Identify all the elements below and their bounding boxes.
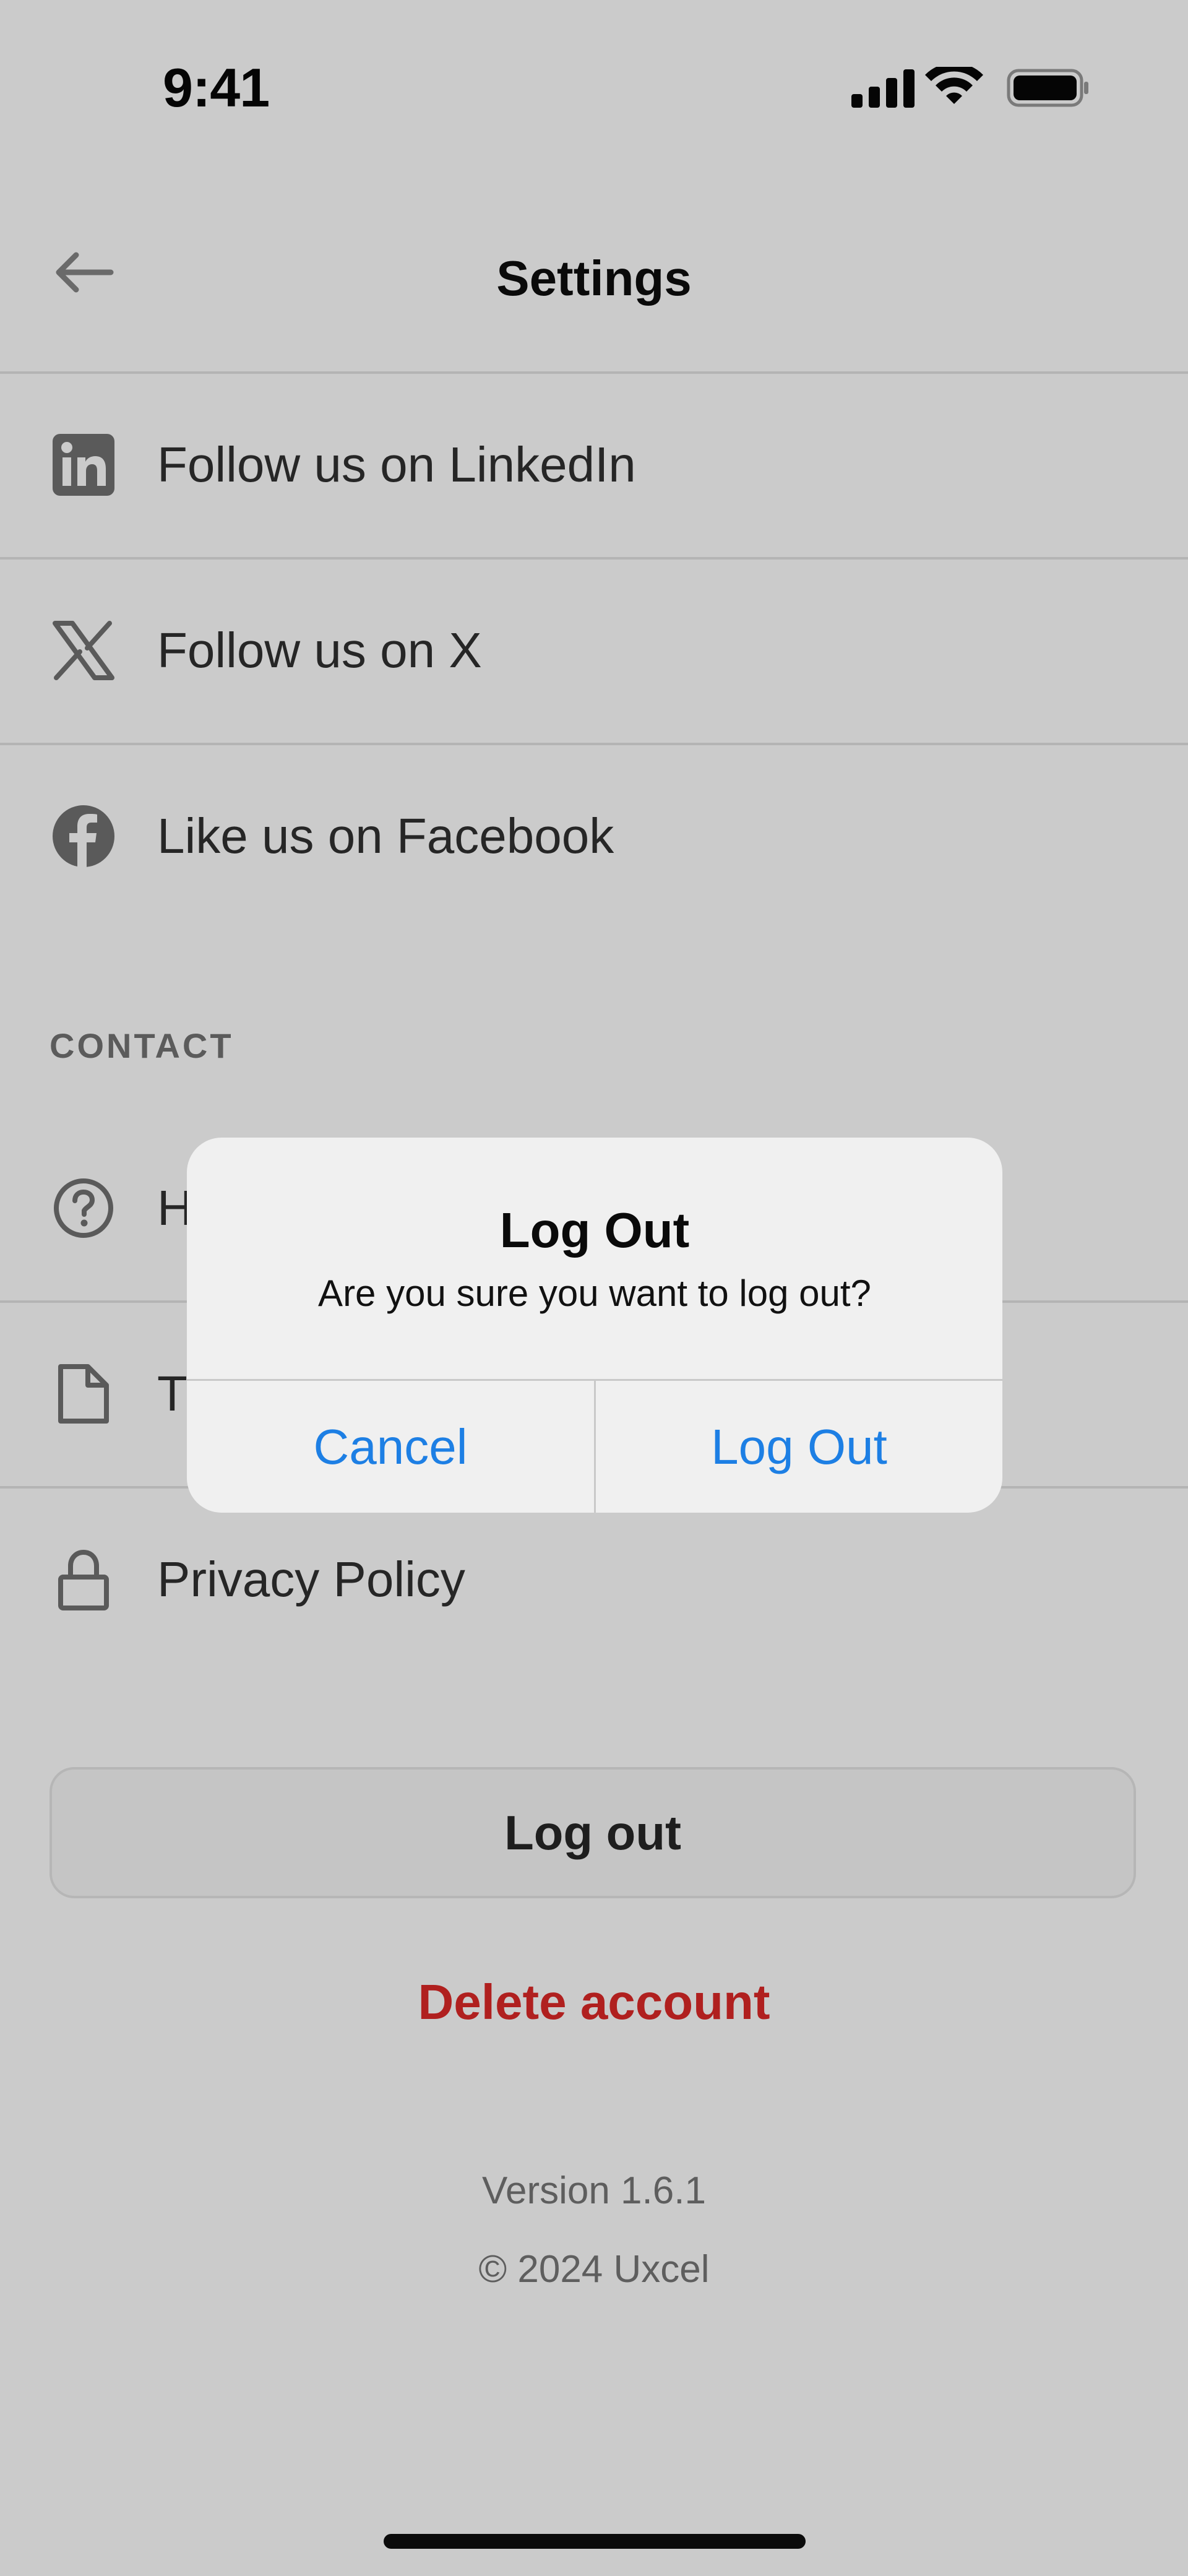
list-item-label: Follow us on LinkedIn bbox=[157, 437, 636, 492]
x-logo-icon bbox=[50, 613, 118, 688]
list-item-facebook[interactable]: Like us on Facebook bbox=[0, 744, 1188, 928]
version-text: Version 1.6.1 bbox=[482, 2169, 706, 2212]
navigation-header: Settings bbox=[0, 186, 1188, 371]
list-item-privacy-policy[interactable]: Privacy Policy bbox=[0, 1487, 1188, 1672]
section-header-contact: CONTACT bbox=[50, 1026, 234, 1065]
arrow-left-icon bbox=[56, 252, 114, 293]
battery-icon bbox=[1007, 69, 1088, 107]
list-item-linkedin[interactable]: Follow us on LinkedIn bbox=[0, 373, 1188, 557]
help-circle-icon bbox=[50, 1171, 118, 1245]
page-title: Settings bbox=[496, 251, 692, 306]
facebook-icon bbox=[50, 799, 118, 873]
wifi-icon bbox=[925, 67, 983, 104]
back-button[interactable] bbox=[50, 238, 118, 306]
copyright-text: © 2024 Uxcel bbox=[478, 2248, 710, 2291]
list-item-label: Privacy Policy bbox=[157, 1552, 465, 1607]
cellular-signal-icon bbox=[851, 69, 915, 108]
list-item-label: Follow us on X bbox=[157, 623, 482, 678]
logout-button[interactable]: Log out bbox=[50, 1767, 1136, 1898]
logout-alert-dialog: Log Out Are you sure you want to log out… bbox=[187, 1138, 1002, 1513]
linkedin-icon bbox=[50, 428, 118, 502]
dialog-confirm-logout-button[interactable]: Log Out bbox=[596, 1381, 1002, 1513]
status-bar: 9:41 bbox=[0, 0, 1188, 149]
list-item-label: Like us on Facebook bbox=[157, 808, 614, 863]
home-indicator[interactable] bbox=[384, 2534, 806, 2549]
delete-account-button[interactable]: Delete account bbox=[0, 1962, 1188, 2042]
status-icons bbox=[851, 67, 1088, 108]
list-item-label: T bbox=[157, 1366, 187, 1421]
dialog-message: Are you sure you want to log out? bbox=[318, 1273, 871, 1314]
status-time: 9:41 bbox=[163, 57, 270, 118]
list-item-x[interactable]: Follow us on X bbox=[0, 558, 1188, 743]
lock-icon bbox=[50, 1542, 118, 1617]
dialog-title: Log Out bbox=[499, 1203, 690, 1258]
document-icon bbox=[50, 1357, 118, 1431]
dialog-cancel-button[interactable]: Cancel bbox=[187, 1381, 594, 1513]
